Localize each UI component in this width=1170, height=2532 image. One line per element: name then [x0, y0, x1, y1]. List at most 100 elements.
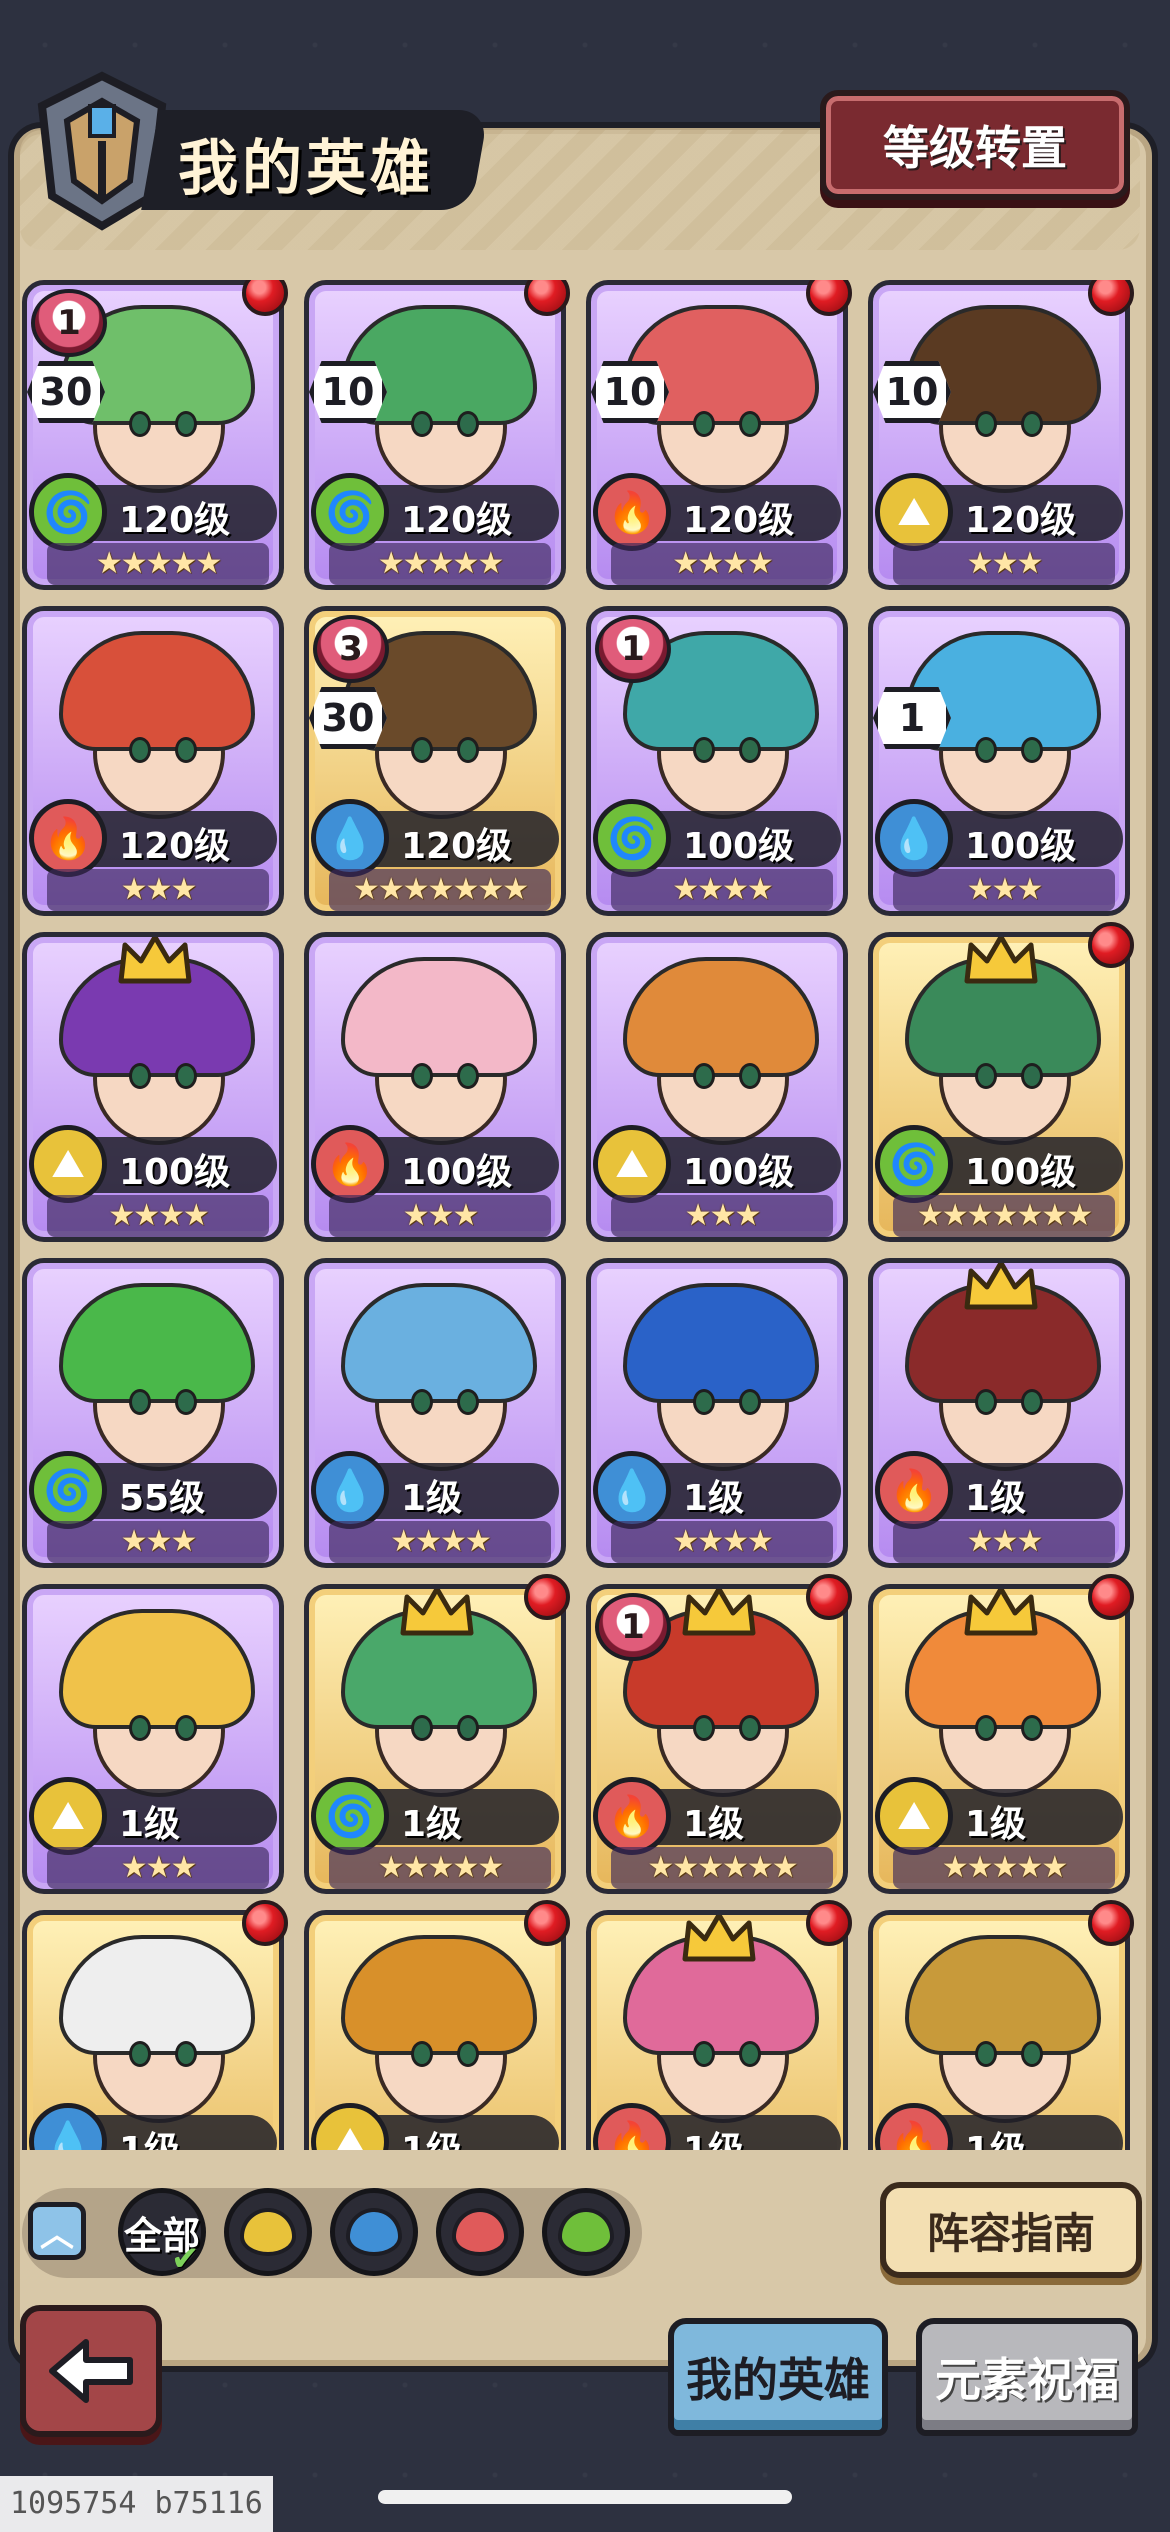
filter-wood[interactable]	[542, 2188, 630, 2276]
lineup-guide-button[interactable]: 阵容指南	[880, 2182, 1142, 2278]
hero-hair	[341, 1935, 537, 2055]
hero-eye	[411, 1063, 433, 1089]
hero-card[interactable]: 💧 120级 ★★★★★★★ 30 3	[304, 606, 566, 916]
filter-earth[interactable]	[224, 2188, 312, 2276]
hero-eye	[175, 1715, 197, 1741]
hero-card[interactable]: ⛰ 120级 ★★★ 10	[868, 280, 1130, 590]
hero-level: 1级	[119, 1804, 181, 1845]
hero-card[interactable]: 🌀 100级 ★★★★ 1	[586, 606, 848, 916]
hero-hair	[59, 631, 255, 751]
hero-stars: ★★★★★★★	[893, 1195, 1115, 1237]
hero-card[interactable]: 🔥1级	[868, 1910, 1130, 2150]
hero-level: 1级	[965, 2121, 1026, 2150]
crown-icon	[964, 1589, 1038, 1636]
hero-stars: ★★★★	[611, 1521, 833, 1563]
earth-element-icon: ⛰	[593, 1125, 671, 1203]
hero-level: 55级	[119, 1478, 206, 1519]
hero-card[interactable]: 🔥 120级 ★★★★ 10	[586, 280, 848, 590]
wood-element-icon: 🌀	[29, 1451, 107, 1529]
filter-fire[interactable]	[436, 2188, 524, 2276]
version-text: 1095754 b75116	[0, 2476, 273, 2532]
hero-stars: ★★★★★★	[611, 1847, 833, 1889]
hero-eye	[975, 737, 997, 763]
hero-card[interactable]: 🌀 120级 ★★★★★ 10	[304, 280, 566, 590]
hero-card[interactable]: 💧 100级 ★★★ 1	[868, 606, 1130, 916]
hero-eye	[457, 2041, 479, 2067]
hero-card[interactable]: 🌀 100级 ★★★★★★★	[868, 932, 1130, 1242]
hero-hair	[341, 957, 537, 1077]
hero-level: 1级	[683, 1478, 745, 1519]
earth-element-icon: ⛰	[29, 1777, 107, 1855]
hero-eye	[129, 1715, 151, 1741]
tab-my-heroes[interactable]: 我的英雄	[668, 2318, 888, 2436]
hero-card[interactable]: 🔥 1级 ★★★★★★ 1	[586, 1584, 848, 1894]
water-element-icon: 💧	[875, 799, 953, 877]
hero-eye	[457, 1389, 479, 1415]
hero-card[interactable]: 💧1级	[22, 1910, 284, 2150]
hero-card[interactable]: ⛰ 100级 ★★★	[586, 932, 848, 1242]
crown-icon	[682, 1589, 756, 1636]
water-element-icon	[346, 2208, 402, 2256]
hero-card[interactable]: ⛰ 1级 ★★★	[22, 1584, 284, 1894]
hero-level: 120级	[965, 500, 1077, 541]
hero-hair	[341, 1283, 537, 1403]
earth-element-icon: ⛰	[29, 1125, 107, 1203]
hero-eye	[975, 2041, 997, 2067]
hero-card[interactable]: 🔥1级	[586, 1910, 848, 2150]
hero-card[interactable]: ⛰ 1级 ★★★★★	[868, 1584, 1130, 1894]
hero-eye	[129, 411, 151, 437]
hero-card[interactable]: 💧 1级 ★★★★	[586, 1258, 848, 1568]
hero-count-badge: 30	[309, 687, 387, 749]
notification-dot	[1088, 1574, 1134, 1620]
hero-eye	[739, 1715, 761, 1741]
tab-element-blessing-label: 元素祝福	[935, 2353, 1119, 2407]
hero-rank-badge: 1	[595, 1593, 671, 1661]
filter-all[interactable]: 全部 ✔	[118, 2188, 206, 2279]
hero-card[interactable]: 💧 1级 ★★★★	[304, 1258, 566, 1568]
collapse-button[interactable]: ︿	[28, 2202, 86, 2260]
hero-level: 1级	[401, 1804, 463, 1845]
hero-eye	[175, 1389, 197, 1415]
hero-eye	[411, 411, 433, 437]
tab-element-blessing[interactable]: 元素祝福	[916, 2318, 1138, 2436]
level-transfer-button[interactable]: 等级转置	[820, 90, 1130, 200]
back-arrow-icon	[49, 2339, 133, 2403]
hero-stars: ★★★★	[611, 869, 833, 911]
hero-card[interactable]: ⛰ 100级 ★★★★	[22, 932, 284, 1242]
hero-hair	[905, 1935, 1101, 2055]
fire-element-icon	[452, 2208, 508, 2256]
filter-water[interactable]	[330, 2188, 418, 2276]
hero-level: 120级	[119, 826, 231, 867]
hero-count-badge: 30	[27, 361, 105, 423]
water-element-icon: 💧	[311, 799, 389, 877]
back-button[interactable]	[20, 2305, 162, 2437]
hero-eye	[457, 411, 479, 437]
hero-eye	[411, 1715, 433, 1741]
hero-rank-badge: 1	[595, 615, 671, 683]
hero-count-badge: 1	[873, 687, 951, 749]
hero-eye	[129, 1389, 151, 1415]
hero-stars: ★★★	[329, 1195, 551, 1237]
earth-element-icon: ⛰	[875, 473, 953, 551]
hero-card[interactable]: 🔥 1级 ★★★	[868, 1258, 1130, 1568]
hero-eye	[1021, 1715, 1043, 1741]
hero-hair	[623, 957, 819, 1077]
hero-hair	[623, 1283, 819, 1403]
home-indicator[interactable]	[378, 2490, 792, 2504]
hero-level: 1级	[683, 1804, 745, 1845]
hero-level: 100级	[683, 1152, 795, 1193]
notification-dot	[1088, 1900, 1134, 1946]
hero-stars: ★★★	[611, 1195, 833, 1237]
crown-icon	[682, 1915, 756, 1962]
hero-card[interactable]: 🔥 120级 ★★★	[22, 606, 284, 916]
hero-card[interactable]: 🔥 100级 ★★★	[304, 932, 566, 1242]
wood-element-icon: 🌀	[875, 1125, 953, 1203]
hero-eye	[739, 1389, 761, 1415]
earth-element-icon	[240, 2208, 296, 2256]
hero-stars: ★★★	[893, 869, 1115, 911]
hero-card[interactable]: 🌀 120级 ★★★★★ 30 1	[22, 280, 284, 590]
hero-card[interactable]: 🌀 1级 ★★★★★	[304, 1584, 566, 1894]
hero-card[interactable]: 🌀 55级 ★★★	[22, 1258, 284, 1568]
hero-eye	[739, 411, 761, 437]
hero-card[interactable]: ⛰1级	[304, 1910, 566, 2150]
